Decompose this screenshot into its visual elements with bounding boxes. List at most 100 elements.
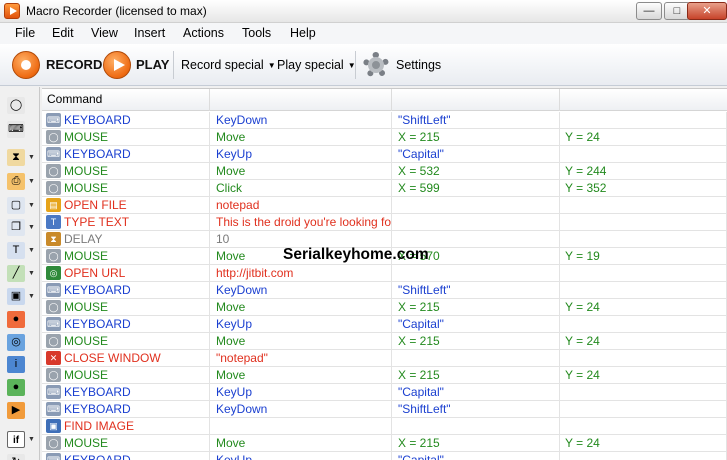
table-row[interactable]: ◯ MOUSE Move X = 215 Y = 24	[42, 299, 727, 316]
chevron-down-icon[interactable]: ▼	[28, 247, 35, 254]
chevron-down-icon[interactable]: ▼	[28, 293, 35, 300]
table-cell: "Capital"	[392, 146, 560, 163]
table-cell: "notepad"	[210, 350, 392, 367]
play-special-dropdown[interactable]: Play special ▼	[277, 58, 356, 72]
info-icon[interactable]: i	[7, 356, 25, 373]
table-row[interactable]: ⌨ KEYBOARD KeyUp "Capital"	[42, 384, 727, 401]
column-header-4[interactable]	[560, 89, 727, 111]
table-cell: Y = 24	[560, 435, 727, 452]
table-row[interactable]: T TYPE TEXT This is the droid you're looki…	[42, 214, 727, 231]
window-title: Macro Recorder (licensed to max)	[26, 4, 207, 18]
chevron-down-icon[interactable]: ▼	[28, 224, 35, 231]
table-row[interactable]: ◯ MOUSE Move X = 215 Y = 24	[42, 333, 727, 350]
eyedropper-icon[interactable]: ╱	[7, 265, 25, 282]
grid-header: Command	[42, 89, 727, 111]
table-row[interactable]: ✕ CLOSE WINDOW "notepad"	[42, 350, 727, 367]
table-cell: Move	[210, 333, 392, 350]
table-cell: MOUSE	[42, 129, 210, 146]
table-cell: Move	[210, 129, 392, 146]
chevron-down-icon[interactable]: ▼	[28, 178, 35, 185]
window-icon[interactable]: ▢	[7, 197, 25, 214]
table-row[interactable]: ⌨ KEYBOARD KeyDown "ShiftLeft"	[42, 282, 727, 299]
table-cell: This is the droid you're looking for!	[210, 214, 392, 231]
keyboard-icon[interactable]: ⌨	[7, 121, 25, 138]
table-row[interactable]: ⌨ KEYBOARD KeyUp "Capital"	[42, 452, 727, 460]
macro-command-grid[interactable]: Command ⌨ KEYBOARD KeyDown "ShiftLeft" ◯ MOUS…	[42, 88, 727, 460]
chevron-down-icon: ▼	[267, 61, 276, 71]
table-cell: Y = 24	[560, 129, 727, 146]
column-header-2[interactable]	[210, 89, 392, 111]
table-row[interactable]: ⌨ KEYBOARD KeyUp "Capital"	[42, 316, 727, 333]
table-cell: MOUSE	[42, 248, 210, 265]
table-cell: MOUSE	[42, 333, 210, 350]
record-button[interactable]: RECORD	[46, 57, 102, 72]
table-cell	[560, 214, 727, 231]
column-header-3[interactable]	[392, 89, 560, 111]
menu-insert[interactable]: Insert	[134, 26, 165, 40]
table-cell	[210, 418, 392, 435]
play-button[interactable]: PLAY	[136, 57, 169, 72]
stop-icon[interactable]: ●	[7, 311, 25, 328]
mouse-icon[interactable]: ◯	[7, 97, 25, 114]
close-button[interactable]: ✕	[687, 2, 727, 20]
main-toolbar: RECORD PLAY Record special ▼ Play special…	[0, 44, 727, 86]
table-cell	[560, 112, 727, 129]
table-cell: OPEN FILE	[42, 197, 210, 214]
image-icon[interactable]: ▣	[7, 288, 25, 305]
table-cell: KeyDown	[210, 112, 392, 129]
play-icon[interactable]	[103, 51, 131, 79]
if-icon[interactable]: if	[7, 431, 25, 448]
table-cell: Y = 352	[560, 180, 727, 197]
toolbar-divider	[355, 51, 356, 79]
green-globe-icon[interactable]: ●	[7, 379, 25, 396]
menu-file[interactable]: File	[15, 26, 35, 40]
app-icon	[4, 3, 20, 19]
play-icon[interactable]: ▶	[7, 402, 25, 419]
loop-icon[interactable]: ↻	[7, 454, 25, 460]
menu-edit[interactable]: Edit	[52, 26, 74, 40]
table-cell: X = 215	[392, 299, 560, 316]
table-cell: KeyUp	[210, 146, 392, 163]
menu-help[interactable]: Help	[290, 26, 316, 40]
table-row[interactable]: ◯ MOUSE Move X = 215 Y = 24	[42, 129, 727, 146]
gear-icon[interactable]	[361, 50, 391, 80]
table-cell: KEYBOARD	[42, 384, 210, 401]
table-cell: Move	[210, 435, 392, 452]
table-cell	[560, 282, 727, 299]
chevron-down-icon[interactable]: ▼	[28, 270, 35, 277]
record-icon[interactable]	[12, 51, 40, 79]
printer-icon[interactable]: ⎙	[7, 173, 25, 190]
table-cell: KEYBOARD	[42, 146, 210, 163]
table-row[interactable]: ◯ MOUSE Click X = 599 Y = 352	[42, 180, 727, 197]
record-special-dropdown[interactable]: Record special ▼	[181, 58, 276, 72]
menu-view[interactable]: View	[91, 26, 118, 40]
table-cell: Y = 24	[560, 367, 727, 384]
chevron-down-icon[interactable]: ▼	[28, 154, 35, 161]
table-row[interactable]: ▤ OPEN FILE notepad	[42, 197, 727, 214]
table-row[interactable]: ⌨ KEYBOARD KeyUp "Capital"	[42, 146, 727, 163]
menu-actions[interactable]: Actions	[183, 26, 224, 40]
table-row[interactable]: ◯ MOUSE Move X = 215 Y = 24	[42, 367, 727, 384]
table-row[interactable]: ⌨ KEYBOARD KeyDown "ShiftLeft"	[42, 401, 727, 418]
table-row[interactable]: ◯ MOUSE Move X = 215 Y = 24	[42, 435, 727, 452]
table-cell: Y = 244	[560, 163, 727, 180]
table-row[interactable]: ⌨ KEYBOARD KeyDown "ShiftLeft"	[42, 112, 727, 129]
text-icon[interactable]: T	[7, 242, 25, 259]
copy-icon[interactable]: ❐	[7, 219, 25, 236]
chevron-down-icon[interactable]: ▼	[28, 436, 35, 443]
table-cell: Move	[210, 163, 392, 180]
menu-tools[interactable]: Tools	[242, 26, 271, 40]
title-bar: Macro Recorder (licensed to max) — □ ✕	[0, 0, 727, 23]
column-header-command[interactable]: Command	[42, 89, 210, 111]
table-cell: Click	[210, 180, 392, 197]
table-row[interactable]: ◎ OPEN URL http://jitbit.com	[42, 265, 727, 282]
table-row[interactable]: ▣ FIND IMAGE	[42, 418, 727, 435]
chevron-down-icon[interactable]: ▼	[28, 202, 35, 209]
settings-button[interactable]: Settings	[396, 58, 441, 72]
hourglass-icon[interactable]: ⧗	[7, 149, 25, 166]
play-special-label: Play special	[277, 58, 344, 72]
table-row[interactable]: ◯ MOUSE Move X = 532 Y = 244	[42, 163, 727, 180]
globe-icon[interactable]: ◎	[7, 334, 25, 351]
table-cell: KeyDown	[210, 282, 392, 299]
minimize-button[interactable]: —	[636, 2, 662, 20]
